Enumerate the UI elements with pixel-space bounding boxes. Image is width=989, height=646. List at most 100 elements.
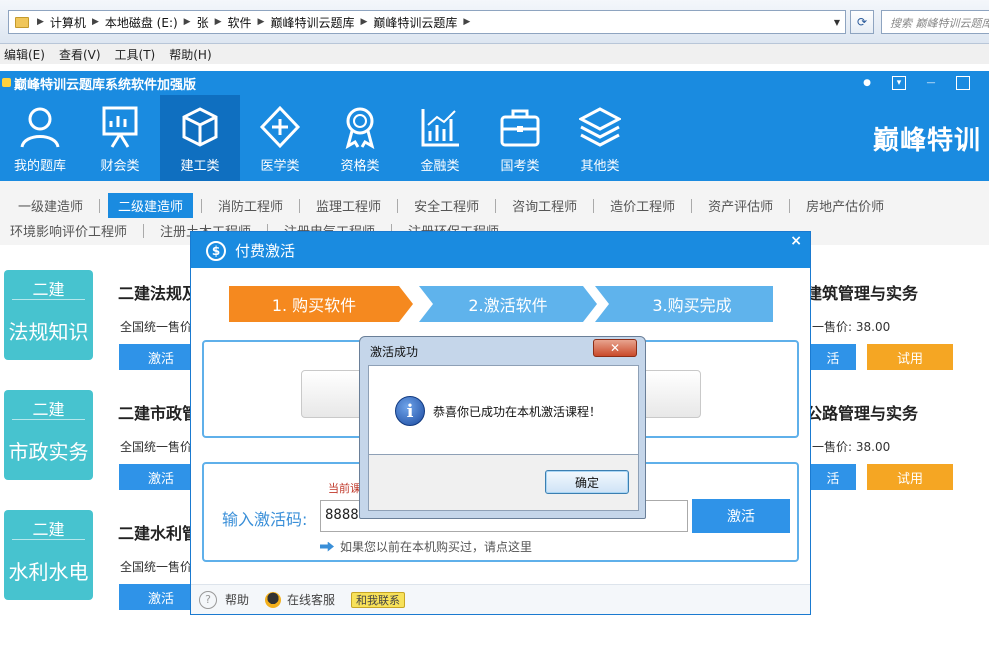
brand-logo: 巅峰特训 <box>872 126 981 156</box>
divider <box>299 198 301 213</box>
contact-me-button[interactable]: 和我联系 <box>351 591 406 608</box>
current-course-tip: 当前课 <box>328 482 361 495</box>
messagebox-text: 恭喜你已成功在本机激活课程！ <box>433 405 602 419</box>
help-icon[interactable]: ? <box>199 590 217 609</box>
chevron-right-icon[interactable]: ▶ <box>461 17 472 27</box>
divider <box>691 198 693 213</box>
path-segment[interactable]: 计算机 <box>46 14 90 31</box>
close-icon[interactable]: × <box>790 233 802 249</box>
path-segment[interactable]: 软件 <box>224 14 256 31</box>
nav-banking[interactable]: 金融类 <box>400 95 480 181</box>
previously-bought-link[interactable]: 如果您以前在本机购买过，请点这里 <box>320 538 532 555</box>
activate-button[interactable]: 活 <box>810 464 856 490</box>
subnav-item[interactable]: 消防工程师 <box>210 196 291 215</box>
subnav-item-active[interactable]: 二级建造师 <box>108 193 194 218</box>
divider <box>397 198 399 213</box>
step-buy: 1. 购买软件 <box>271 296 357 315</box>
menu-edit[interactable]: 编辑(E) <box>4 46 45 63</box>
course-tile[interactable]: 二建 市政实务 <box>4 390 93 480</box>
contact-me-label: 和我联系 <box>356 593 401 607</box>
path-segment[interactable]: 巅峰特训云题库 <box>369 14 461 31</box>
app-title: 巅峰特训云题库系统软件加强版 <box>14 77 197 93</box>
user-icon[interactable]: ● <box>860 76 874 90</box>
chevron-right-icon[interactable]: ▶ <box>182 17 193 27</box>
subnav-item[interactable]: 环境影响评价工程师 <box>10 221 135 240</box>
folder-icon <box>15 16 29 28</box>
nav-label: 资格类 <box>340 159 380 174</box>
app-logo-icon <box>2 78 11 87</box>
course-title: 建筑管理与实务 <box>806 284 919 303</box>
maximize-button[interactable] <box>956 76 970 90</box>
divider <box>789 198 791 213</box>
subnav-item[interactable]: 造价工程师 <box>602 196 683 215</box>
course-price: 一售价: 38.00 <box>812 320 891 334</box>
menu-view[interactable]: 查看(V) <box>59 46 101 63</box>
nav-label: 财会类 <box>100 159 140 174</box>
subnav-item[interactable]: 一级建造师 <box>10 196 91 215</box>
activate-code-button[interactable]: 激活 <box>692 499 790 533</box>
subnav-item[interactable]: 咨询工程师 <box>504 196 585 215</box>
course-tile[interactable]: 二建 法规知识 <box>4 270 93 360</box>
path-segment[interactable]: 张 <box>193 14 213 31</box>
divider <box>201 198 203 213</box>
messagebox-title: 激活成功 <box>370 345 419 359</box>
messagebox-footer: 确定 <box>368 455 639 511</box>
course-tile[interactable]: 二建 水利水电 <box>4 510 93 600</box>
address-field[interactable]: ▶ 计算机 ▶ 本地磁盘 (E:) ▶ 张 ▶ 软件 ▶ 巅峰特训云题库 ▶ 巅… <box>8 10 846 34</box>
tile-top-label: 二建 <box>12 396 85 420</box>
nav-construction[interactable]: 建工类 <box>160 95 240 181</box>
divider <box>593 198 595 213</box>
dialog-footer: ? 帮助 在线客服 和我联系 <box>191 584 810 614</box>
chevron-right-icon[interactable]: ▶ <box>358 17 369 27</box>
subnav-item[interactable]: 安全工程师 <box>406 196 487 215</box>
search-input[interactable]: 搜索 巅峰特训云题库 <box>881 10 989 34</box>
dialog-title: 付费激活 <box>235 241 296 260</box>
chevron-right-icon[interactable]: ▶ <box>256 17 267 27</box>
nav-civil-service[interactable]: 国考类 <box>480 95 560 181</box>
refresh-button[interactable]: ⟳ <box>850 10 874 34</box>
menu-tools[interactable]: 工具(T) <box>115 46 156 63</box>
path-segment[interactable]: 巅峰特训云题库 <box>266 14 358 31</box>
explorer-address-bar: ▶ 计算机 ▶ 本地磁盘 (E:) ▶ 张 ▶ 软件 ▶ 巅峰特训云题库 ▶ 巅… <box>0 0 989 44</box>
tile-top-label: 二建 <box>12 516 85 540</box>
activate-button[interactable]: 活 <box>810 344 856 370</box>
course-price: 全国统一售价 <box>120 560 193 574</box>
nav-medical[interactable]: 医学类 <box>240 95 320 181</box>
category-nav: 我的题库 财会类 建工类 医学类 资格类 金融类 国考类 其他类 <box>0 95 989 181</box>
menu-help[interactable]: 帮助(H) <box>169 46 211 63</box>
nav-qualification[interactable]: 资格类 <box>320 95 400 181</box>
subnav-item[interactable]: 监理工程师 <box>308 196 389 215</box>
chevron-down-icon[interactable]: ▼ <box>829 11 845 33</box>
subnav-item[interactable]: 资产评估师 <box>700 196 781 215</box>
nav-label: 我的题库 <box>13 159 66 174</box>
dialog-title-bar: $ 付费激活 × <box>191 232 810 268</box>
activation-success-messagebox: 激活成功 ✕ i 恭喜你已成功在本机激活课程！ 确定 <box>359 336 646 519</box>
refresh-icon: ⟳ <box>856 15 868 29</box>
chevron-right-icon[interactable]: ▶ <box>90 17 101 27</box>
chevron-right-icon[interactable]: ▶ <box>35 17 46 27</box>
nav-finance-accounting[interactable]: 财会类 <box>80 95 160 181</box>
path-segment[interactable]: 本地磁盘 (E:) <box>101 14 182 31</box>
minimize-button[interactable]: — <box>924 76 938 90</box>
close-button[interactable]: ✕ <box>593 339 637 357</box>
nav-label: 金融类 <box>420 159 460 174</box>
online-service-link[interactable]: 在线客服 <box>287 591 335 608</box>
layers-icon <box>579 107 621 147</box>
help-link[interactable]: 帮助 <box>225 591 249 608</box>
trial-button[interactable]: 试用 <box>867 464 953 490</box>
info-icon: i <box>395 396 425 426</box>
nav-my-bank[interactable]: 我的题库 <box>0 95 80 181</box>
nav-label: 建工类 <box>180 159 220 174</box>
course-price: 全国统一售价 <box>120 320 193 334</box>
menu-dropdown-button[interactable]: ▾ <box>892 76 906 90</box>
chevron-right-icon[interactable]: ▶ <box>213 17 224 27</box>
subnav-item[interactable]: 房地产估价师 <box>798 196 892 215</box>
trial-button[interactable]: 试用 <box>867 344 953 370</box>
course-title: 二建市政管 <box>118 404 199 423</box>
step-progress: 1. 购买软件 2.激活软件 3.购买完成 <box>229 286 773 322</box>
blank-area <box>866 594 984 640</box>
nav-other[interactable]: 其他类 <box>560 95 640 181</box>
nav-label: 医学类 <box>260 159 300 174</box>
ok-button[interactable]: 确定 <box>545 470 629 494</box>
course-price: 一售价: 38.00 <box>812 440 891 454</box>
